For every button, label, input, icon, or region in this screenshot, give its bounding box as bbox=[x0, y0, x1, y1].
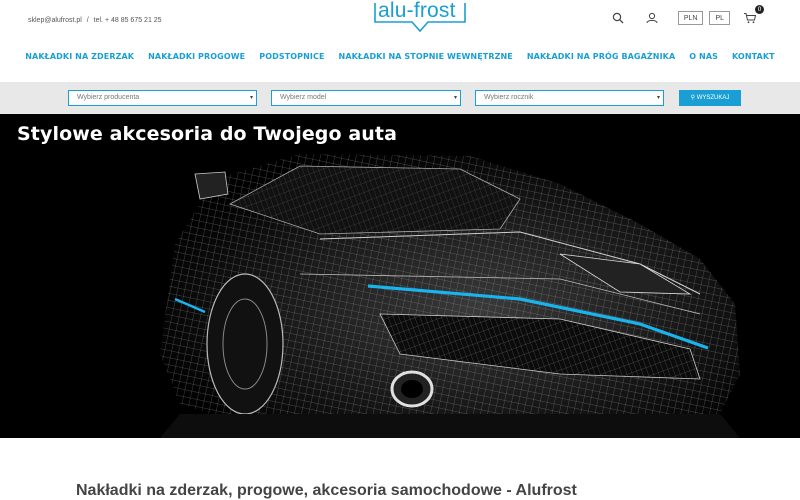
search-icon[interactable] bbox=[608, 9, 628, 27]
nav-item-about[interactable]: O NAS bbox=[689, 52, 718, 61]
email-link[interactable]: sklep@alufrost.pl bbox=[28, 17, 82, 24]
nav-item-sill-covers[interactable]: NAKŁADKI PROGOWE bbox=[148, 52, 245, 61]
year-select[interactable]: Wybierz rocznik ▾ bbox=[475, 90, 664, 106]
manufacturer-select-label: Wybierz producenta bbox=[77, 94, 140, 101]
logo-text: alu-frost bbox=[378, 0, 456, 22]
cart-button[interactable]: 0 bbox=[740, 5, 764, 27]
nav-item-trunk-sill-covers[interactable]: NAKŁADKI NA PRÓG BAGAŻNIKA bbox=[527, 52, 675, 61]
wireframe-car-image bbox=[0, 114, 800, 438]
search-button-label: WYSZUKAJ bbox=[696, 95, 730, 101]
search-button[interactable]: ⚲ WYSZUKAJ bbox=[679, 90, 741, 106]
nav-item-inner-step-covers[interactable]: NAKŁADKI NA STOPNIE WEWNĘTRZNE bbox=[339, 52, 513, 61]
vehicle-filter-bar: Wybierz producenta ▾ Wybierz model ▾ Wyb… bbox=[0, 82, 800, 114]
logo[interactable]: alu-frost bbox=[372, 0, 468, 34]
model-select-label: Wybierz model bbox=[280, 94, 327, 101]
top-bar: sklep@alufrost.pl / tel. + 48 85 675 21 … bbox=[0, 0, 800, 42]
watermark: www.psji.pl bbox=[733, 486, 792, 496]
model-select[interactable]: Wybierz model ▾ bbox=[271, 90, 461, 106]
chevron-down-icon: ▾ bbox=[656, 95, 660, 101]
cart-icon bbox=[744, 13, 757, 24]
page-heading: Nakładki na zderzak, progowe, akcesoria … bbox=[76, 482, 577, 499]
header-actions: PLN PL 0 bbox=[608, 5, 764, 28]
language-select[interactable]: PL bbox=[709, 11, 730, 25]
main-nav: NAKŁADKI NA ZDERZAK NAKŁADKI PROGOWE POD… bbox=[0, 52, 800, 61]
nav-item-contact[interactable]: KONTAKT bbox=[732, 52, 775, 61]
chevron-down-icon: ▾ bbox=[453, 95, 457, 101]
year-select-label: Wybierz rocznik bbox=[484, 94, 534, 101]
hero-title: Stylowe akcesoria do Twojego auta bbox=[17, 123, 398, 145]
phone-link[interactable]: tel. + 48 85 675 21 25 bbox=[94, 17, 162, 24]
nav-item-bumper-covers[interactable]: NAKŁADKI NA ZDERZAK bbox=[25, 52, 134, 61]
contact-separator: / bbox=[86, 17, 89, 24]
currency-select[interactable]: PLN bbox=[677, 11, 704, 25]
search-icon: ⚲ bbox=[690, 95, 696, 101]
nav-item-step-plates[interactable]: PODSTOPNICE bbox=[259, 52, 324, 61]
manufacturer-select[interactable]: Wybierz producenta ▾ bbox=[68, 90, 257, 106]
cart-count-badge: 0 bbox=[755, 5, 764, 14]
contact-info: sklep@alufrost.pl / tel. + 48 85 675 21 … bbox=[28, 17, 165, 24]
user-icon[interactable] bbox=[642, 9, 662, 27]
hero-banner[interactable]: Stylowe akcesoria do Twojego auta bbox=[0, 114, 800, 438]
chevron-down-icon: ▾ bbox=[249, 95, 253, 101]
